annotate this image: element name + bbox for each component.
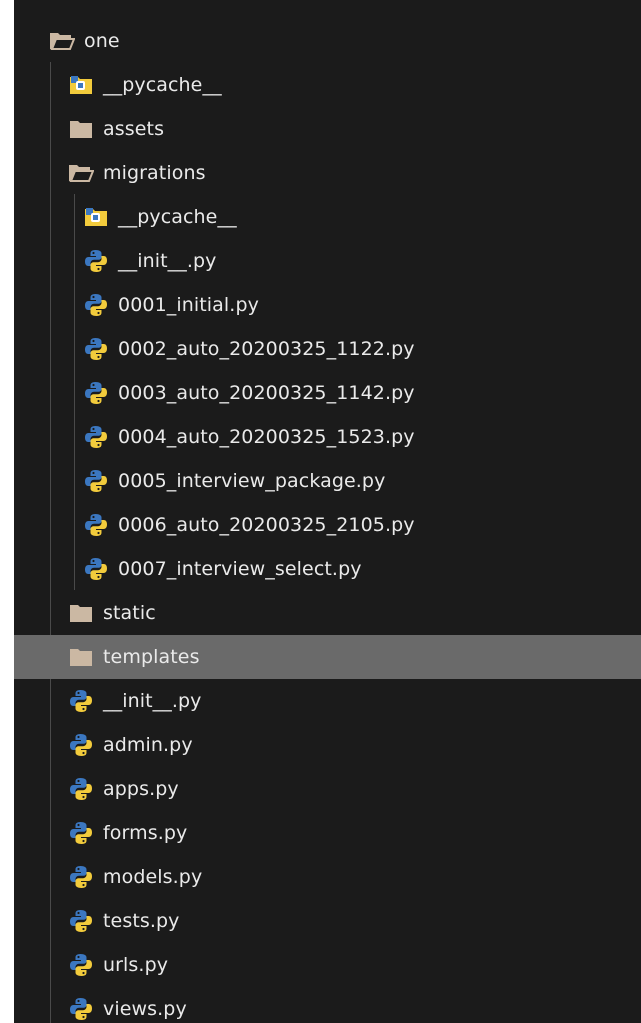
tree-item-label: __init__.py [103,690,202,712]
tree-item-assets[interactable]: assets [14,107,641,151]
tree-item-admin-py[interactable]: admin.py [14,723,641,767]
python-icon [82,249,109,273]
tree-item-forms-py[interactable]: forms.py [14,811,641,855]
python-icon [82,425,109,449]
tree-item-label: tests.py [103,910,180,932]
tree-item-tests-py[interactable]: tests.py [14,899,641,943]
tree-item-0002-auto-20200325-1122-py[interactable]: 0002_auto_20200325_1122.py [14,327,641,371]
tree-item-label: migrations [103,162,206,184]
folder-icon [67,117,94,141]
folder-open-icon [67,161,94,185]
tree-item-migrations[interactable]: migrations [14,151,641,195]
tree-item-label: views.py [103,998,187,1020]
tree-item-templates[interactable]: templates [14,635,641,679]
tree-item-label: one [84,30,120,52]
python-icon [82,381,109,405]
tree-item-label: apps.py [103,778,179,800]
folder-open-icon [48,29,75,53]
python-icon [82,293,109,317]
tree-item-views-py[interactable]: views.py [14,987,641,1023]
python-icon [82,513,109,537]
tree-item-label: 0005_interview_package.py [118,470,386,492]
tree-item-label: models.py [103,866,203,888]
tree-item-label: assets [103,118,165,140]
tree-item-init-py[interactable]: __init__.py [14,239,641,283]
tree-item-label: 0003_auto_20200325_1142.py [118,382,415,404]
tree-item-0005-interview-package-py[interactable]: 0005_interview_package.py [14,459,641,503]
python-icon [67,777,94,801]
tree-item-label: __pycache__ [118,206,237,228]
tree-item-label: __pycache__ [103,74,222,96]
tree-item-urls-py[interactable]: urls.py [14,943,641,987]
tree-item-models-py[interactable]: models.py [14,855,641,899]
tree-item-0006-auto-20200325-2105-py[interactable]: 0006_auto_20200325_2105.py [14,503,641,547]
tree-item-0007-interview-select-py[interactable]: 0007_interview_select.py [14,547,641,591]
tree-item-0004-auto-20200325-1523-py[interactable]: 0004_auto_20200325_1523.py [14,415,641,459]
python-icon [67,821,94,845]
python-icon [82,469,109,493]
python-icon [82,337,109,361]
tree-item-label: forms.py [103,822,188,844]
pycache-folder-icon [82,205,109,229]
tree-item-label: urls.py [103,954,169,976]
python-icon [67,733,94,757]
python-icon [67,689,94,713]
python-icon [67,865,94,889]
tree-item-static[interactable]: static [14,591,641,635]
tree-item-label: 0002_auto_20200325_1122.py [118,338,415,360]
folder-icon [67,601,94,625]
python-icon [82,557,109,581]
tree-item-label: static [103,602,156,624]
tree-item-one[interactable]: one [14,19,641,63]
tree-item-label: templates [103,646,200,668]
tree-item-label: admin.py [103,734,193,756]
file-explorer-tree: one __pycache__ assets migrations __pycache… [14,0,641,1023]
tree-item-label: 0006_auto_20200325_2105.py [118,514,415,536]
tree-item-label: 0001_initial.py [118,294,259,316]
python-icon [67,997,94,1021]
pycache-folder-icon [67,73,94,97]
tree-item-apps-py[interactable]: apps.py [14,767,641,811]
folder-icon [67,645,94,669]
tree-item-pycache[interactable]: __pycache__ [14,63,641,107]
python-icon [67,953,94,977]
python-icon [67,909,94,933]
tree-item-init-py[interactable]: __init__.py [14,679,641,723]
tree-item-0003-auto-20200325-1142-py[interactable]: 0003_auto_20200325_1142.py [14,371,641,415]
tree-item-pycache[interactable]: __pycache__ [14,195,641,239]
tree-item-0001-initial-py[interactable]: 0001_initial.py [14,283,641,327]
tree-item-label: __init__.py [118,250,217,272]
tree-item-label: 0004_auto_20200325_1523.py [118,426,415,448]
tree-item-label: 0007_interview_select.py [118,558,362,580]
